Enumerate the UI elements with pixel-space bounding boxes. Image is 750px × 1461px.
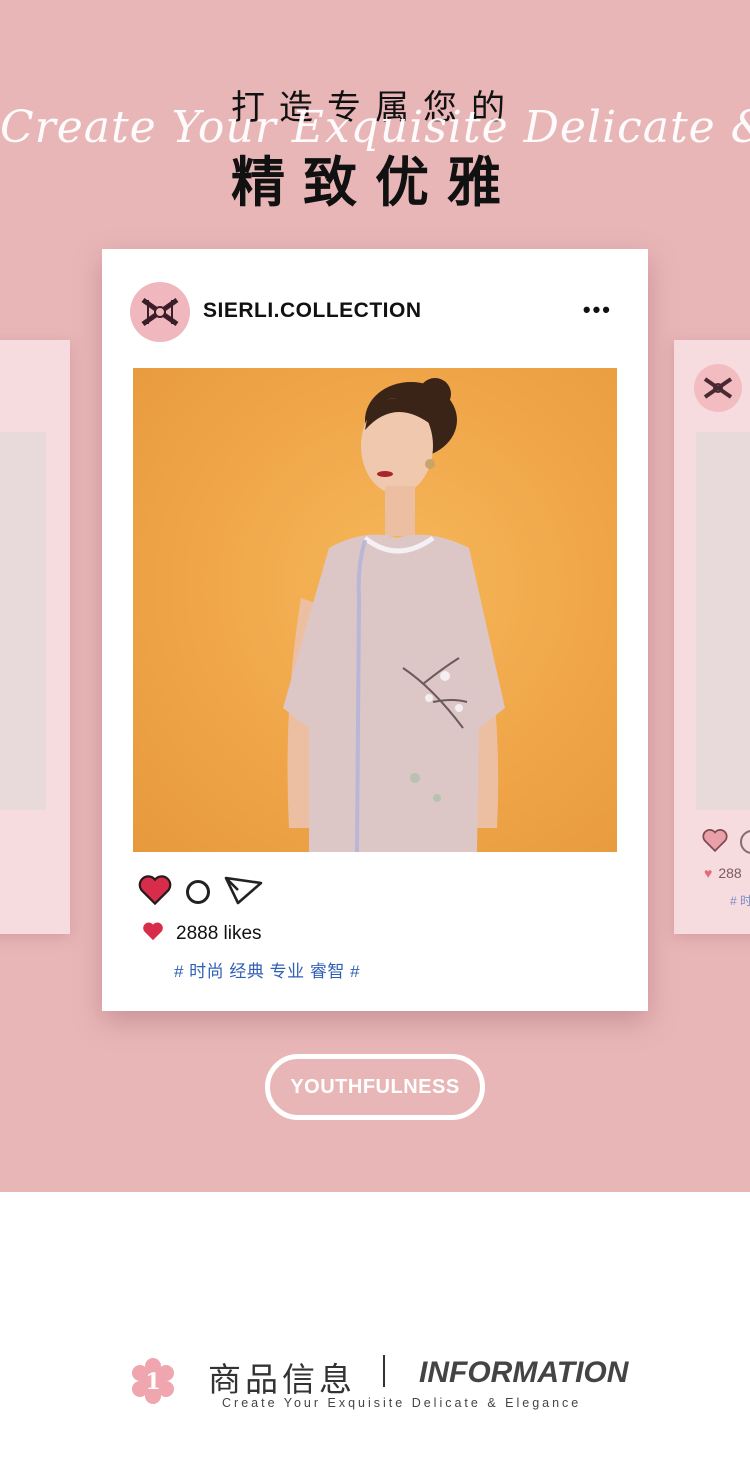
info-divider (383, 1355, 385, 1387)
side-hashtags: # 时 (730, 894, 750, 908)
side-likes-count: ♥ 288 (704, 865, 742, 881)
info-subtitle: Create Your Exquisite Delicate & Eleganc… (222, 1396, 582, 1410)
brand-logo-icon (141, 297, 179, 327)
more-options-icon[interactable]: ••• (583, 297, 612, 323)
heart-icon (142, 921, 164, 947)
like-heart-icon[interactable] (138, 874, 172, 910)
share-send-icon[interactable] (224, 874, 264, 911)
section-number-flower-icon: 1 (130, 1358, 176, 1404)
side-card-left-image (0, 432, 46, 810)
side-card-left[interactable] (0, 340, 70, 934)
model-illustration (283, 378, 505, 852)
account-name[interactable]: SIERLI.COLLECTION (203, 299, 422, 323)
comment-icon (740, 830, 750, 854)
comment-icon[interactable] (186, 880, 210, 904)
info-title-en: INFORMATION (419, 1356, 629, 1389)
likes-row: 2888 likes (142, 921, 262, 947)
post-card: SIERLI.COLLECTION ••• 2888 likes # 时尚 经典… (102, 249, 648, 1011)
hero-section: 打造专属您的 Create Your Exquisite Delicate & … (0, 0, 750, 1192)
post-hashtags[interactable]: # 时尚 经典 专业 睿智 # (174, 957, 360, 982)
info-title-cn: 商品信息 (208, 1360, 356, 1399)
side-card-right-image (696, 432, 750, 810)
heart-icon (702, 828, 728, 857)
post-actions (138, 875, 264, 909)
headline-main: 精致优雅 (231, 151, 519, 214)
likes-count[interactable]: 2888 likes (176, 923, 262, 945)
post-photo[interactable] (133, 368, 617, 852)
section-number: 1 (145, 1369, 160, 1395)
youthfulness-badge[interactable]: YOUTHFULNESS (265, 1054, 485, 1120)
side-card-right[interactable]: ♥ 288 # 时 (674, 340, 750, 934)
brand-logo-icon (694, 364, 742, 412)
brand-avatar[interactable] (130, 282, 190, 342)
